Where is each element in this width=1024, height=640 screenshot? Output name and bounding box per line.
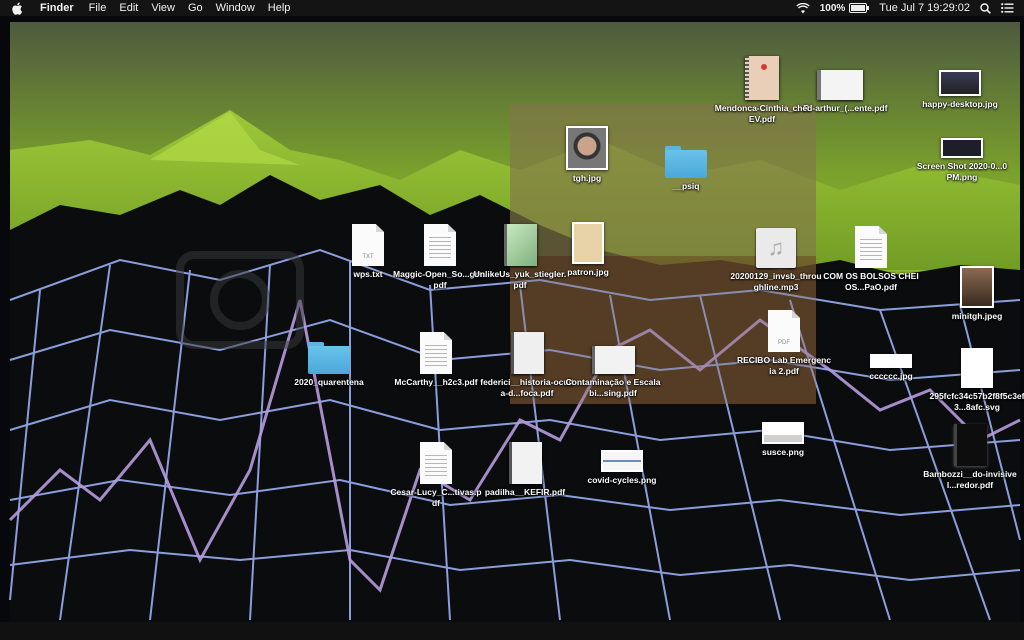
pdf-thumbnail-icon: [420, 438, 452, 484]
desktop-item-label: __psiq: [672, 181, 700, 191]
text-file-icon: TXT: [352, 220, 384, 266]
image-thumbnail-icon: [762, 420, 804, 444]
pdf-thumbnail-icon: [855, 222, 887, 268]
desktop-item-padilha-kefir-pdf[interactable]: padilha__KEFIR.pdf: [477, 438, 573, 498]
menu-help[interactable]: Help: [268, 0, 291, 16]
desktop-item-label: COM OS BOLSOS CHEIOS...PaO.pdf: [823, 271, 919, 292]
desktop-item-recibo-pdf[interactable]: PDF RECIBO Lab Emergencia 2.pdf: [736, 306, 832, 376]
menu-view[interactable]: View: [151, 0, 175, 16]
svg-file-icon: [961, 342, 993, 388]
desktop-item-label: Contaminação e Escalabi...sing.pdf: [565, 377, 661, 398]
desktop-item-patron-jpg[interactable]: patron.jpg: [540, 218, 636, 278]
desktop-item-label: 295fcfc34c57b2f8f5c3ef3...8afc.svg: [929, 391, 1024, 412]
desktop-item-ched-arthur-pdf[interactable]: ched-arthur_(...ente.pdf: [792, 54, 888, 114]
folder-icon: [665, 132, 707, 178]
desktop-item-cccccc-jpg[interactable]: cccccc.jpg: [843, 352, 939, 382]
spotlight-icon[interactable]: [980, 2, 991, 14]
desktop-item-bolsos-pdf[interactable]: COM OS BOLSOS CHEIOS...PaO.pdf: [823, 222, 919, 292]
desktop-item-label: patron.jpg: [567, 267, 609, 277]
desktop-item-quarentena-folder[interactable]: 2020_quarentena: [281, 328, 377, 388]
desktop-item-label: federici__historia-oculta-d...foca.pdf: [480, 377, 574, 398]
image-thumbnail-icon: [941, 112, 983, 158]
menu-go[interactable]: Go: [188, 0, 203, 16]
desktop-item-label: 20200129_invsb_throughline.mp3: [730, 271, 822, 292]
menu-edit[interactable]: Edit: [119, 0, 138, 16]
battery-percentage[interactable]: 100%: [820, 3, 846, 14]
pdf-thumbnail-icon: [953, 420, 987, 466]
desktop-item-label: RECIBO Lab Emergencia 2.pdf: [737, 355, 831, 376]
pdf-file-icon: PDF: [768, 306, 800, 352]
desktop-item-screenshot-png[interactable]: Screen Shot 2020-0...0 PM.png: [914, 112, 1010, 182]
desktop-item-label: cccccc.jpg: [869, 371, 913, 381]
desktop-item-bambozzi-pdf[interactable]: Bambozzi__do-invisivel...redor.pdf: [922, 420, 1018, 490]
wifi-icon[interactable]: [796, 2, 810, 14]
notification-center-icon[interactable]: [1001, 3, 1014, 13]
desktop-item-label: Bambozzi__do-invisivel...redor.pdf: [923, 469, 1017, 490]
desktop-item-psiq-folder[interactable]: __psiq: [638, 132, 734, 192]
desktop-item-label: happy-desktop.jpg: [922, 99, 998, 109]
desktop-item-susce-png[interactable]: susce.png: [735, 420, 831, 458]
pdf-thumbnail-icon: [591, 328, 635, 374]
pdf-thumbnail-icon: [503, 220, 537, 266]
image-thumbnail-icon: [601, 444, 643, 472]
desktop-item-covid-cycles-png[interactable]: covid-cycles.png: [574, 444, 670, 486]
desktop-item-label: padilha__KEFIR.pdf: [484, 487, 566, 497]
menu-window[interactable]: Window: [216, 0, 255, 16]
image-thumbnail-icon: [939, 50, 981, 96]
desktop-item-label: wps.txt: [353, 269, 383, 279]
desktop-item-mccarthy-pdf[interactable]: McCarthy__h2c3.pdf: [388, 328, 484, 388]
battery-level-fill: [851, 5, 866, 11]
folder-icon: [308, 328, 350, 374]
pdf-thumbnail-icon: [420, 328, 452, 374]
menu-bar: Finder File Edit View Go Window Help 100…: [0, 0, 1024, 16]
pdf-thumbnail-icon: [745, 54, 779, 100]
image-thumbnail-icon: [960, 262, 994, 308]
desktop-item-label: 2020_quarentena: [294, 377, 364, 387]
image-thumbnail-icon: [572, 218, 604, 264]
desktop-item-label: susce.png: [761, 447, 805, 457]
pdf-thumbnail-icon: [510, 328, 544, 374]
desktop-item-tgh-jpg[interactable]: tgh.jpg: [539, 124, 635, 184]
apple-icon[interactable]: [12, 1, 26, 15]
pdf-thumbnail-icon: [508, 438, 542, 484]
desktop-item-label: covid-cycles.png: [587, 475, 657, 485]
menu-app-finder[interactable]: Finder: [40, 0, 74, 16]
desktop-item-cesar-lucy-pdf[interactable]: Cesar-Lucy_C...tivas.pdf: [388, 438, 484, 508]
menu-file[interactable]: File: [89, 0, 107, 16]
desktop-item-happy-desktop-jpg[interactable]: happy-desktop.jpg: [912, 50, 1008, 110]
desktop-item-label: Screen Shot 2020-0...0 PM.png: [916, 161, 1008, 182]
audio-file-icon: ♫: [756, 222, 796, 268]
desktop-item-295fcfc-svg[interactable]: 295fcfc34c57b2f8f5c3ef3...8afc.svg: [929, 342, 1024, 412]
pdf-thumbnail-icon: [424, 220, 456, 266]
desktop-item-minitgh-jpeg[interactable]: minitgh.jpeg: [929, 262, 1024, 322]
desktop-item-federici-pdf[interactable]: federici__historia-oculta-d...foca.pdf: [479, 328, 575, 398]
desktop-item-throughline-mp3[interactable]: ♫ 20200129_invsb_throughline.mp3: [728, 222, 824, 292]
desktop-item-label: McCarthy__h2c3.pdf: [394, 377, 478, 387]
desktop-item-label: minitgh.jpeg: [951, 311, 1003, 321]
desktop-item-contaminacao-pdf[interactable]: Contaminação e Escalabi...sing.pdf: [565, 328, 661, 398]
desktop-item-label: tgh.jpg: [572, 173, 602, 183]
pdf-thumbnail-icon: [817, 54, 863, 100]
image-thumbnail-icon: [870, 352, 912, 368]
image-thumbnail-icon: [566, 124, 608, 170]
battery-icon[interactable]: [849, 3, 870, 13]
menu-clock[interactable]: Tue Jul 7 19:29:02: [879, 2, 970, 14]
desktop-item-label: Cesar-Lucy_C...tivas.pdf: [390, 487, 482, 508]
desktop-item-label: ched-arthur_(...ente.pdf: [792, 103, 888, 113]
